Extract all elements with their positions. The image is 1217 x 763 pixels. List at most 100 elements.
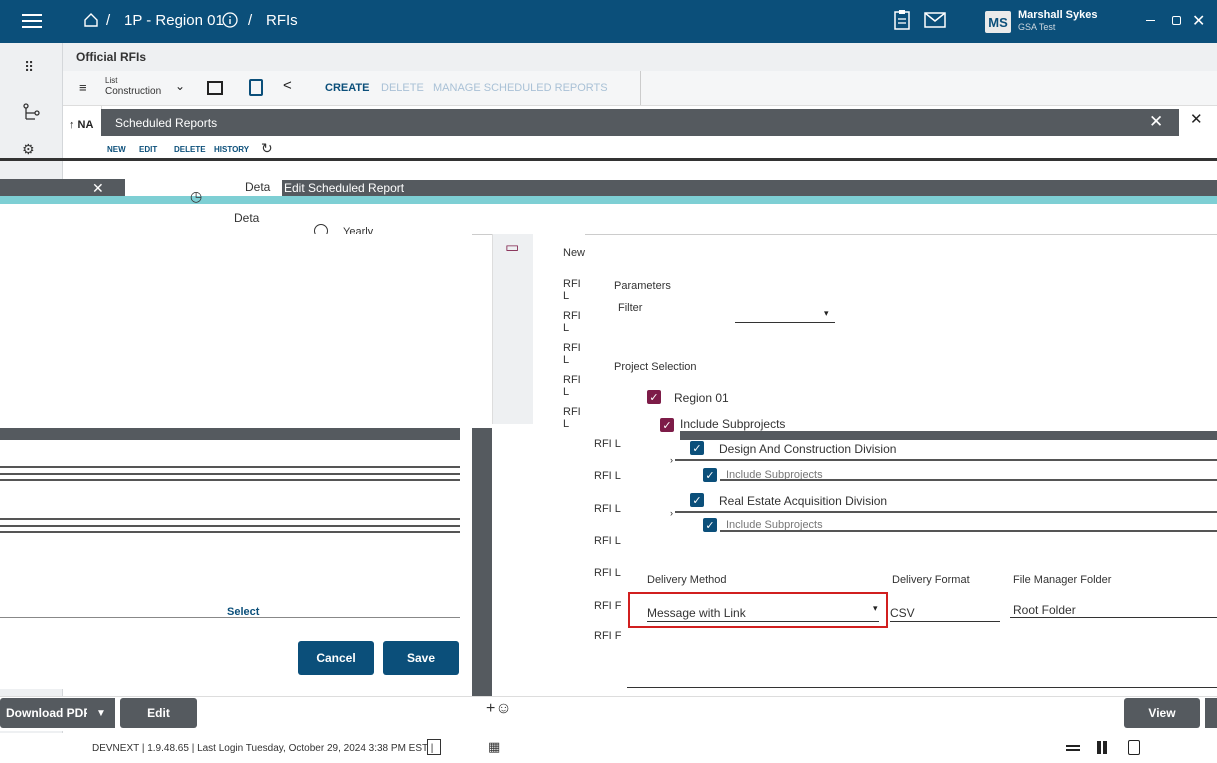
list-item[interactable]: RFI L: [594, 567, 621, 579]
divider: [890, 621, 1000, 622]
list-item[interactable]: RFI L: [563, 406, 585, 430]
refresh-icon[interactable]: ↻: [261, 140, 273, 157]
edit-report-button[interactable]: EDIT: [139, 145, 157, 154]
report-list: ▭ New RFI L RFI L RFI L RFI L RFI L: [492, 234, 585, 430]
division-1-label: Design And Construction Division: [719, 442, 897, 456]
caret-down-icon[interactable]: ▾: [873, 603, 878, 614]
divider: [675, 511, 1217, 513]
name-column-header[interactable]: ↑ NA: [63, 106, 102, 146]
status-bar: DEVNEXT | 1.9.48.65 | Last Login Tuesday…: [0, 733, 1217, 763]
home-icon[interactable]: [82, 11, 100, 32]
divider: [0, 531, 460, 533]
restore-icon[interactable]: [1172, 16, 1181, 25]
document-icon[interactable]: [249, 79, 263, 96]
divider: [0, 466, 460, 468]
save-button[interactable]: Save: [383, 641, 459, 675]
folder-value[interactable]: Root Folder: [1013, 603, 1076, 617]
division-1-sub-checkbox[interactable]: ✓: [703, 468, 717, 482]
create-button[interactable]: CREATE: [325, 82, 369, 94]
scheduled-reports-actions: NEW EDIT DELETE HISTORY ↻: [101, 136, 1179, 158]
list-item[interactable]: RFI L: [563, 278, 585, 302]
history-icon[interactable]: ◷: [190, 188, 202, 205]
divider: [647, 621, 879, 622]
delete-report-button[interactable]: DELETE: [174, 145, 206, 154]
grid-view-icon[interactable]: [207, 81, 223, 95]
avatar[interactable]: MS: [985, 11, 1011, 33]
list-item[interactable]: RFI F: [594, 600, 622, 612]
breadcrumb-project[interactable]: 1P - Region 01: [124, 12, 224, 29]
top-bar: / 1P - Region 01 / RFIs MS Marshall Syke…: [0, 0, 1217, 43]
division-2-checkbox[interactable]: ✓: [690, 493, 704, 507]
page-header: Official RFIs: [63, 43, 1217, 71]
list-item[interactable]: RFI L: [594, 438, 621, 450]
download-pdf-button[interactable]: Download PDF: [0, 698, 93, 728]
delivery-format-value[interactable]: CSV: [890, 606, 915, 620]
list-item[interactable]: New: [563, 247, 585, 259]
more-button[interactable]: [1205, 698, 1217, 728]
minimize-icon[interactable]: [1146, 20, 1155, 21]
list-item[interactable]: RFI L: [563, 342, 585, 366]
breadcrumb-page[interactable]: RFIs: [266, 12, 298, 29]
user-name: Marshall Sykes: [1018, 9, 1098, 21]
details-view-icon[interactable]: [1128, 740, 1140, 755]
detail-item[interactable]: Deta: [245, 180, 270, 194]
divider: [680, 431, 1217, 440]
region-label: Region 01: [674, 391, 729, 405]
detail-item[interactable]: Deta: [234, 211, 259, 225]
division-1-checkbox[interactable]: ✓: [690, 441, 704, 455]
divider: [0, 158, 1217, 161]
view-button[interactable]: View: [1124, 698, 1200, 728]
tree-icon[interactable]: [22, 103, 40, 126]
columns-view-icon[interactable]: [1097, 741, 1101, 754]
close-icon[interactable]: ✕: [1190, 110, 1203, 128]
include-subprojects-checkbox[interactable]: ✓: [660, 418, 674, 432]
history-button[interactable]: HISTORY: [214, 145, 249, 154]
delivery-method-select[interactable]: Message with Link: [647, 606, 746, 620]
list-item[interactable]: RFI L: [563, 310, 585, 334]
calendar-icon[interactable]: [427, 739, 441, 755]
division-2-sub-checkbox[interactable]: ✓: [703, 518, 717, 532]
close-icon[interactable]: ✕: [92, 180, 104, 197]
qr-code-icon[interactable]: ▦: [488, 739, 500, 755]
chevron-down-icon[interactable]: ⌄: [175, 79, 185, 93]
edit-button[interactable]: Edit: [120, 698, 197, 728]
cancel-button[interactable]: Cancel: [298, 641, 374, 675]
project-selection-heading: Project Selection: [614, 361, 697, 373]
delete-button[interactable]: DELETE: [381, 82, 424, 94]
close-icon[interactable]: ✕: [1149, 112, 1163, 132]
list-item[interactable]: RFI F: [594, 630, 622, 642]
list-icon[interactable]: ≡: [79, 80, 87, 95]
list-selector[interactable]: Construction: [105, 86, 161, 97]
chevron-right-icon[interactable]: ›: [670, 455, 673, 465]
list-item[interactable]: RFI L: [594, 470, 621, 482]
manage-scheduled-reports-button[interactable]: MANAGE SCHEDULED REPORTS: [433, 82, 608, 94]
divider: [0, 518, 460, 520]
settings-icon[interactable]: ⚙: [22, 141, 35, 158]
scrollbar[interactable]: [472, 428, 492, 703]
add-user-icon[interactable]: +☺: [486, 700, 512, 718]
filter-select[interactable]: [735, 322, 835, 323]
parameters-heading: Parameters: [614, 280, 671, 292]
delivery-method-label: Delivery Method: [647, 574, 727, 586]
new-report-button[interactable]: NEW: [107, 145, 126, 154]
region-checkbox[interactable]: ✓: [647, 390, 661, 404]
folder-label: File Manager Folder: [1013, 574, 1112, 586]
divider: [0, 473, 460, 475]
apps-icon[interactable]: ⠿: [24, 59, 34, 76]
list-item[interactable]: RFI L: [594, 503, 621, 515]
page-title: Official RFIs: [76, 50, 147, 64]
list-item[interactable]: RFI L: [563, 374, 585, 398]
caret-down-icon[interactable]: ▾: [824, 308, 829, 319]
list-item[interactable]: RFI L: [594, 535, 621, 547]
caret-down-icon[interactable]: ▼: [87, 698, 115, 728]
menu-icon[interactable]: [22, 10, 42, 32]
close-icon[interactable]: ✕: [1192, 11, 1205, 31]
user-subtitle: GSA Test: [1018, 22, 1056, 32]
breadcrumb-separator: /: [248, 12, 253, 29]
chevron-right-icon[interactable]: ›: [670, 508, 673, 518]
share-icon[interactable]: <: [283, 77, 292, 94]
info-icon[interactable]: [222, 12, 238, 31]
mail-icon[interactable]: [924, 12, 946, 31]
clipboard-icon[interactable]: [892, 9, 912, 34]
list-view-icon[interactable]: [1066, 745, 1080, 747]
